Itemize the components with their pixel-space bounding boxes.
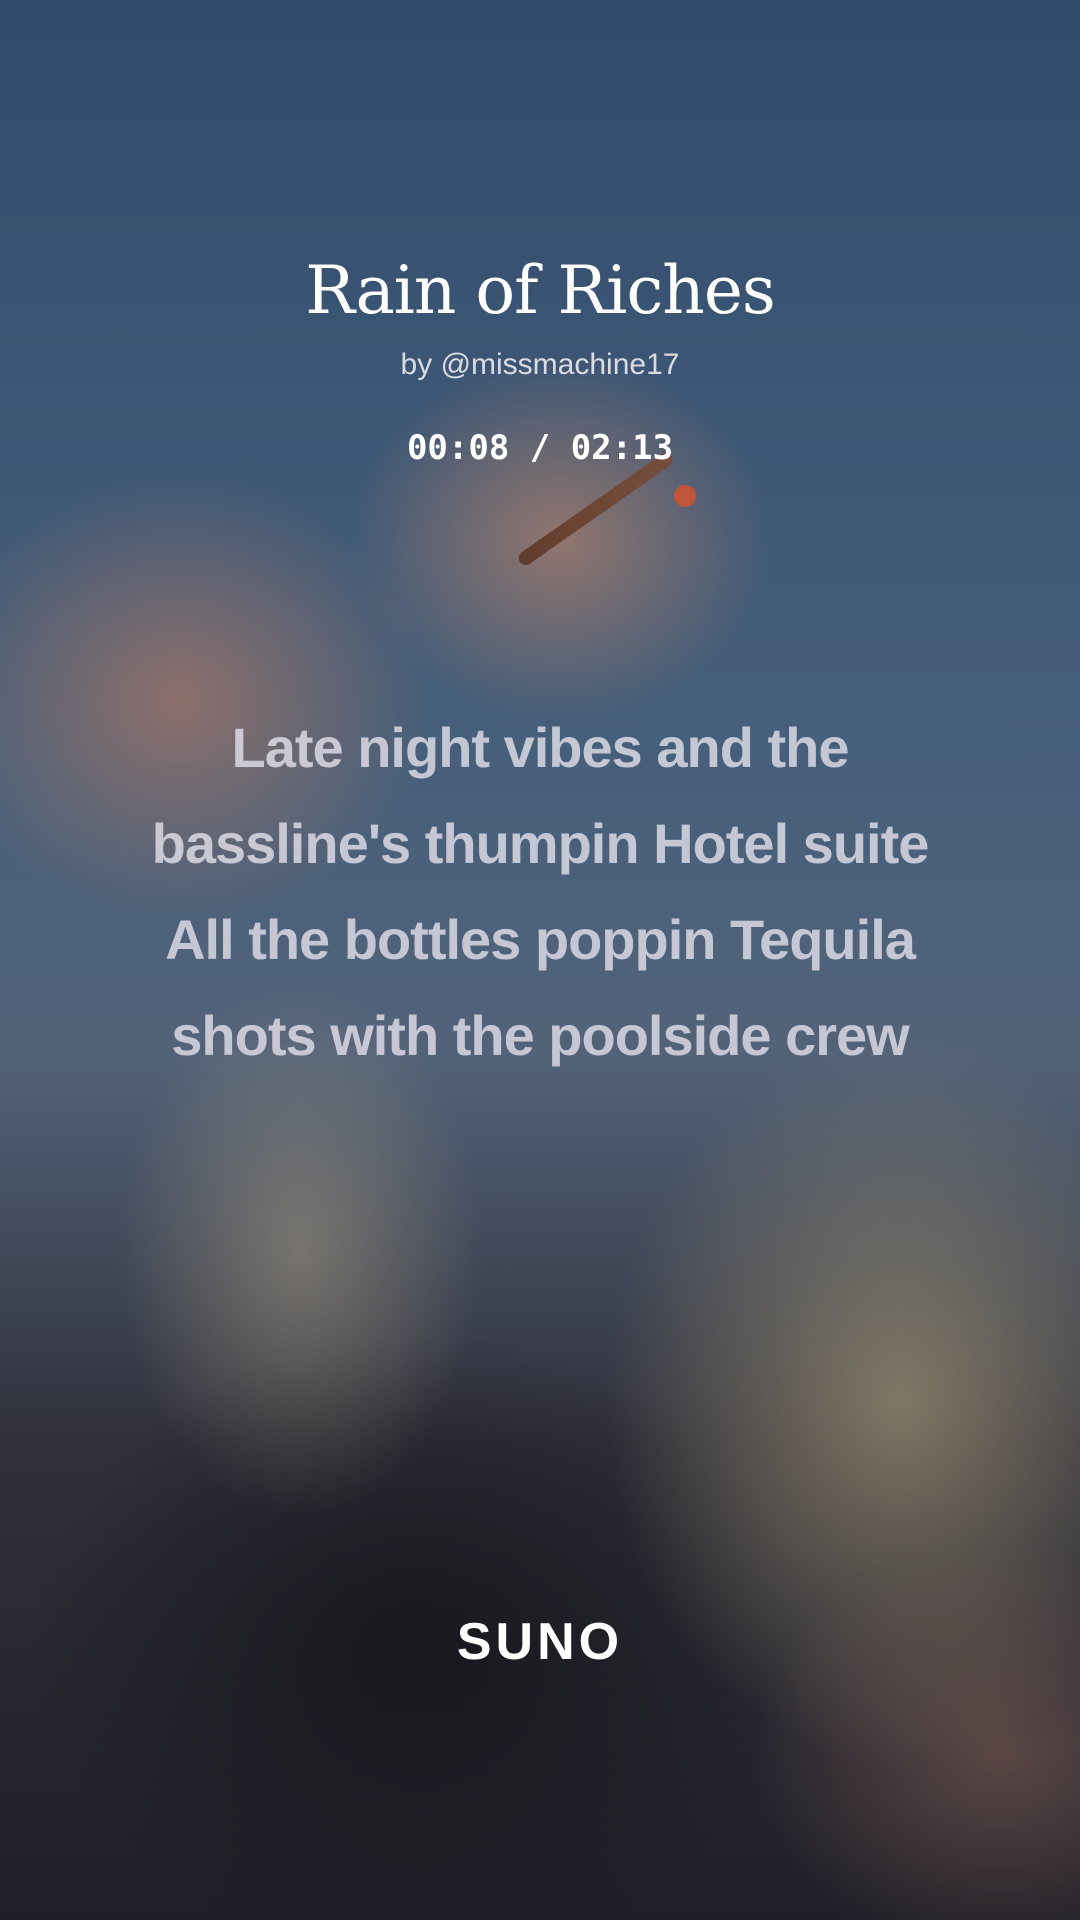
lyric-line: bassline's thumpin Hotel suite	[151, 812, 930, 875]
lyric-line: shots with the poolside crew	[171, 1004, 909, 1067]
lyrics-block: Late night vibes and the bassline's thum…	[0, 700, 1080, 1084]
playback-timecode: 00:08 / 02:13	[406, 428, 674, 468]
lyric-line: All the bottles poppin Tequila	[165, 908, 916, 971]
song-title: Rain of Riches	[305, 252, 776, 329]
suno-logo: SUNO	[456, 1613, 624, 1671]
video-frame: Rain of Riches by @missmachine17 00:08 /…	[0, 0, 1080, 1920]
overlay-content: Rain of Riches by @missmachine17 00:08 /…	[0, 0, 1080, 1920]
artist-credit: by @missmachine17	[400, 348, 680, 381]
lyric-line: Late night vibes and the	[231, 716, 850, 779]
